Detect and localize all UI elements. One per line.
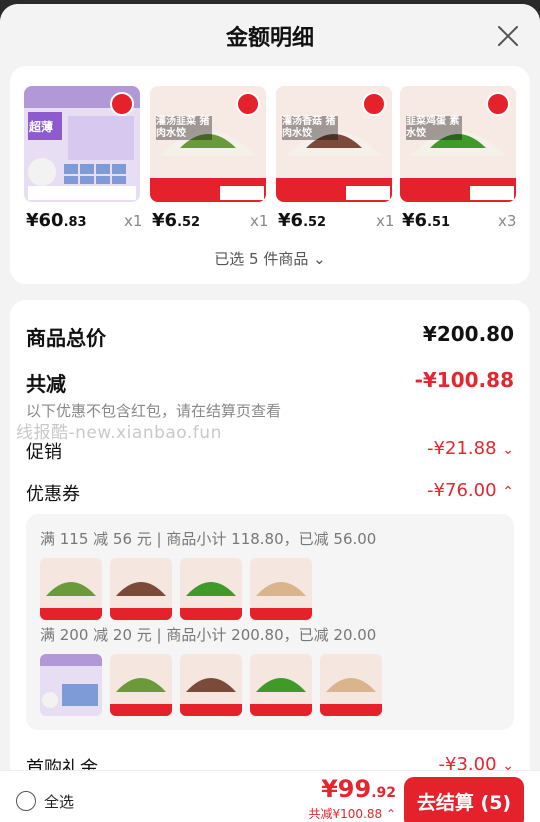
checked-icon[interactable] [486,92,510,116]
product-overlay-text: 灌汤韭菜 猪肉水饺 [156,116,212,140]
product-thumbnail[interactable]: 韭菜鸡蛋 素水饺 [400,86,516,202]
checkout-bar: 全选 ¥99.92 共减¥100.88 ⌃ 去结算 (5) [0,770,540,822]
checked-icon[interactable] [236,92,260,116]
product-qty: x1 [124,212,143,230]
coupon-label: 优惠券 [26,484,80,505]
coupon-product-thumb [320,654,382,716]
close-icon[interactable] [496,24,520,48]
coupon-product-thumb [40,558,102,620]
coupon-product-thumb [110,654,172,716]
subtotal-label: 商品总价 [26,326,106,350]
product-overlay-text: 超薄 [29,120,54,134]
promo-toggle[interactable]: -¥21.88 ⌄ [427,438,514,459]
chevron-down-icon: ⌄ [502,442,514,458]
product-thumbnail[interactable]: 灌汤香菇 猪肉水饺 [276,86,392,202]
chevron-up-icon: ⌃ [385,807,396,821]
coupon-detail-box: 满 115 减 56 元 | 商品小计 118.80，已减 56.00 满 20… [26,514,514,730]
title-bar: 金额明细 [0,4,540,66]
product-price: ¥6.51 [402,210,451,231]
coupon-product-thumb [250,654,312,716]
page-title: 金额明细 [225,26,314,51]
chevron-up-icon: ⌃ [502,484,514,500]
product-qty: x1 [376,212,395,230]
watermark-text: 线报酷-new.xianbao.fun [16,423,222,443]
total-price: ¥99.92 [321,775,396,803]
coupon-rule-line: 满 200 减 20 元 | 商品小计 200.80，已减 20.00 [40,626,377,644]
product-qty: x3 [498,212,517,230]
product-qty: x1 [250,212,269,230]
coupon-product-thumb [180,654,242,716]
checked-icon[interactable] [362,92,386,116]
coupon-product-thumb [180,558,242,620]
coupon-product-thumb [40,654,102,716]
coupon-product-thumb [110,558,172,620]
chevron-down-icon: ⌄ [313,250,326,268]
product-price: ¥60.83 [26,210,87,231]
selected-items-toggle[interactable]: 已选 5 件商品 ⌄ [10,248,530,269]
discount-label: 共减 [26,372,66,396]
select-all-radio[interactable] [16,791,36,811]
product-overlay-text: 韭菜鸡蛋 素水饺 [406,116,462,140]
product-overlay-text: 灌汤香菇 猪肉水饺 [282,116,338,140]
checked-icon[interactable] [110,92,134,116]
select-all-label[interactable]: 全选 [44,791,74,812]
coupon-toggle[interactable]: -¥76.00 ⌃ [427,480,514,501]
subtotal-value: ¥200.80 [422,322,514,346]
amount-detail-sheet: 金额明细 超薄 ¥60.83 x1 灌汤韭菜 猪肉水饺 ¥6.52 x1 灌汤香… [0,4,540,822]
product-thumbnail[interactable]: 超薄 [24,86,140,202]
total-saved[interactable]: 共减¥100.88 ⌃ [308,805,396,822]
discount-value: -¥100.88 [414,368,514,392]
product-price: ¥6.52 [278,210,327,231]
checkout-button[interactable]: 去结算 (5) [404,777,524,822]
price-detail-card: 商品总价 ¥200.80 共减 -¥100.88 以下优惠不包含红包，请在结算页… [10,300,530,822]
coupon-product-thumb [250,558,312,620]
coupon-rule-line: 满 115 减 56 元 | 商品小计 118.80，已减 56.00 [40,530,377,548]
product-thumbnail[interactable]: 灌汤韭菜 猪肉水饺 [150,86,266,202]
product-list-card: 超薄 ¥60.83 x1 灌汤韭菜 猪肉水饺 ¥6.52 x1 灌汤香菇 猪肉水… [10,66,530,284]
product-price: ¥6.52 [152,210,201,231]
